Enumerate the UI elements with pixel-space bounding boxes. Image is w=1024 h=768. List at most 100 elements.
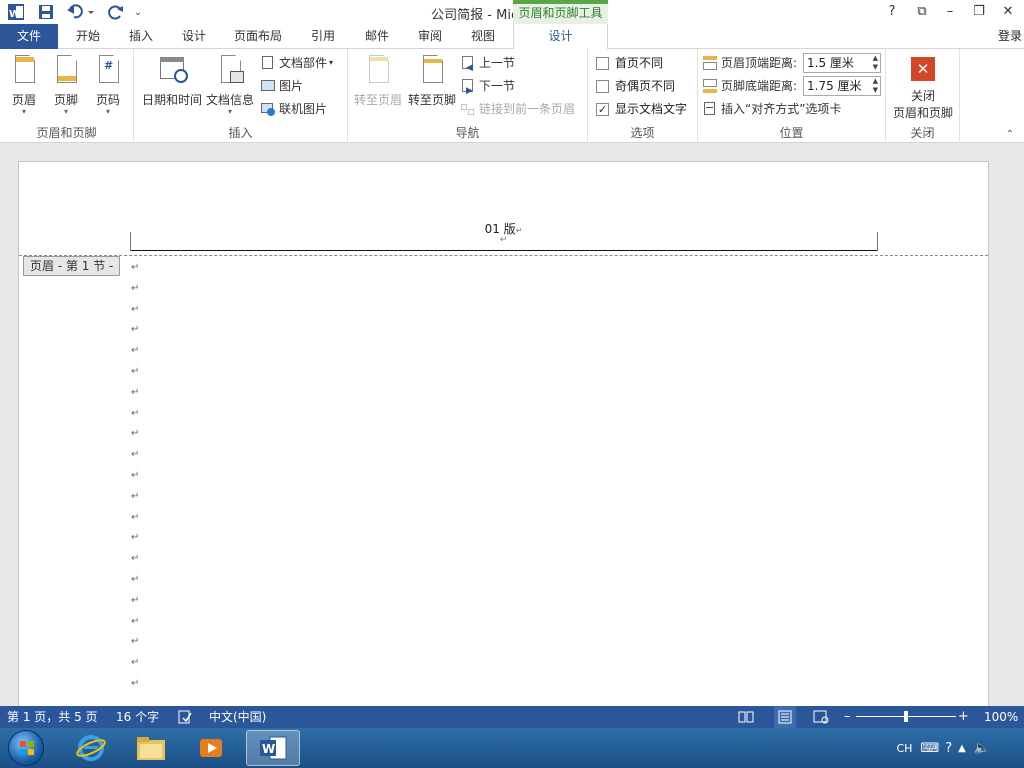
spinner-arrows-icon[interactable]: ▲ ▼ xyxy=(873,77,878,95)
word-count-status[interactable]: 16 个字 xyxy=(116,706,159,728)
paragraph-mark-icon: ↵ xyxy=(131,324,140,336)
tab-insert[interactable]: 插入 xyxy=(120,24,162,49)
paragraph-mark-icon: ↵ xyxy=(131,366,140,377)
page-number-icon: # xyxy=(92,53,124,87)
next-section-button[interactable]: ▶ 下一节 xyxy=(460,76,515,96)
zoom-level[interactable]: 100% xyxy=(984,706,1018,728)
paragraph-mark-icon: ↵ xyxy=(131,574,140,585)
paragraph-mark-icon: ↵ xyxy=(515,226,523,235)
volume-icon[interactable]: 🔈 xyxy=(974,741,990,756)
document-page[interactable]: 01 版↵ ↵ 页眉 - 第 1 节 - ↵ ↵ ↵ ↵ ↵ ↵ ↵ ↵ ↵ ↵ ↵ ↵ ↵ ↵ ↵ ↵ ↵ ↵ ↵… xyxy=(18,161,989,721)
paragraph-mark-icon: ↵ xyxy=(131,282,140,294)
doc-info-button[interactable]: 文档信息 ▾ xyxy=(204,53,256,116)
header-top-distance-label: 页眉顶端距离: xyxy=(721,56,798,70)
alignment-tab-icon xyxy=(702,101,718,117)
ribbon-tabs: 文件 开始 插入 设计 页面布局 引用 邮件 审阅 视图 设计 登录 xyxy=(0,24,1024,50)
group-position: 页眉顶端距离: 1.5 厘米 ▲ ▼ 页脚底端距离: 1.75 厘米 ▲ ▼ 插入“… xyxy=(698,49,886,143)
paragraph-mark-icon: ↵ xyxy=(131,490,140,502)
media-player-icon[interactable] xyxy=(184,730,238,766)
goto-footer-icon xyxy=(416,53,448,87)
tab-page-layout[interactable]: 页面布局 xyxy=(226,24,290,49)
window-title: 公司简报 - Microsoft Word xyxy=(431,8,593,23)
group-close: ✕ 关闭 页眉和页脚 关闭 xyxy=(886,49,960,143)
document-area[interactable]: 01 版↵ ↵ 页眉 - 第 1 节 - ↵ ↵ ↵ ↵ ↵ ↵ ↵ ↵ ↵ ↵ ↵ ↵ ↵ ↵ ↵ ↵ ↵ ↵ ↵… xyxy=(0,143,1024,721)
paragraph-mark-icon: ↵ xyxy=(131,345,140,357)
word-taskbar-icon[interactable]: W xyxy=(246,730,300,766)
tab-references[interactable]: 引用 xyxy=(300,24,346,49)
tab-mailings[interactable]: 邮件 xyxy=(354,24,400,49)
ribbon-display-options-button[interactable]: ⧉ xyxy=(910,2,934,22)
goto-footer-button[interactable]: 转至页脚 xyxy=(406,53,458,108)
context-tab-header: 页眉和页脚工具 xyxy=(513,0,608,24)
collapse-ribbon-icon[interactable]: ⌃ xyxy=(1006,129,1014,140)
paragraph-mark-icon: ↵ xyxy=(131,678,140,689)
tab-header-footer-design[interactable]: 设计 xyxy=(513,24,608,50)
system-tray: CH ⌨ ? ▲ 🔈 xyxy=(896,728,994,768)
link-to-previous-button[interactable]: 链接到前一条页眉 xyxy=(460,99,575,119)
online-picture-label: 联机图片 xyxy=(279,102,328,116)
keyboard-icon[interactable]: ⌨ xyxy=(920,741,939,756)
print-layout-icon[interactable] xyxy=(774,706,796,728)
paragraph-mark-icon: ↵ xyxy=(131,657,140,669)
footer-distance-icon xyxy=(702,78,718,94)
different-first-page-label: 首页不同 xyxy=(615,56,664,70)
page-number-button[interactable]: # 页码 ▾ xyxy=(88,53,128,116)
internet-explorer-icon[interactable] xyxy=(64,730,118,766)
page-count-status[interactable]: 第 1 页，共 5 页 xyxy=(7,706,98,728)
close-window-button[interactable]: ✕ xyxy=(996,2,1020,22)
spinner-arrows-icon[interactable]: ▲ ▼ xyxy=(873,54,878,72)
language-status[interactable]: 中文(中国) xyxy=(209,706,266,728)
close-hf-line2: 页眉和页脚 xyxy=(892,106,953,120)
start-button[interactable] xyxy=(8,730,44,766)
date-time-label: 日期和时间 xyxy=(141,93,202,107)
header-button[interactable]: 页眉 ▾ xyxy=(4,53,44,116)
zoom-in-icon[interactable]: + xyxy=(958,706,969,728)
minimize-button[interactable]: – xyxy=(938,2,962,22)
header-top-distance-input[interactable]: 1.5 厘米 ▲ ▼ xyxy=(803,53,881,73)
paragraph-mark-icon: ↵ xyxy=(131,407,140,419)
dropdown-arrow-icon: ▾ xyxy=(329,58,334,67)
footer-bottom-distance-input[interactable]: 1.75 厘米 ▲ ▼ xyxy=(803,76,881,96)
close-header-footer-button[interactable]: ✕ 关闭 页眉和页脚 xyxy=(888,57,958,121)
goto-header-button[interactable]: 转至页眉 xyxy=(352,53,404,108)
different-first-page-checkbox[interactable]: 首页不同 xyxy=(596,54,663,72)
header-distance-icon xyxy=(702,55,718,71)
paragraph-mark-icon: ↵ xyxy=(131,386,140,398)
checkmark-icon: ✓ xyxy=(596,102,609,116)
goto-header-label: 转至页眉 xyxy=(353,93,402,107)
tab-view[interactable]: 视图 xyxy=(460,24,506,49)
tab-design[interactable]: 设计 xyxy=(172,24,216,49)
paragraph-mark-icon: ↵ xyxy=(131,303,140,315)
tab-review[interactable]: 审阅 xyxy=(407,24,453,49)
zoom-slider-thumb[interactable] xyxy=(904,711,908,722)
insert-alignment-tab-label: 插入“对齐方式”选项卡 xyxy=(721,102,842,116)
tab-home[interactable]: 开始 xyxy=(66,24,110,49)
input-language-indicator[interactable]: CH xyxy=(896,742,912,755)
picture-button[interactable]: 图片 xyxy=(260,76,303,96)
file-explorer-icon[interactable] xyxy=(124,730,178,766)
different-odd-even-checkbox[interactable]: 奇偶页不同 xyxy=(596,77,675,95)
show-document-text-checkbox[interactable]: ✓ 显示文档文字 xyxy=(596,100,687,118)
insert-alignment-tab-button[interactable]: 插入“对齐方式”选项卡 xyxy=(702,99,841,119)
show-hidden-icons-icon[interactable]: ▲ xyxy=(958,743,966,754)
taskbar: W CH ⌨ ? ▲ 🔈 xyxy=(0,728,1024,768)
footer-page-icon xyxy=(50,53,82,87)
group-header-footer: 页眉 ▾ 页脚 ▾ # 页码 ▾ 页眉和页脚 xyxy=(0,49,134,143)
header-text-content: 01 版 xyxy=(484,222,516,236)
date-time-button[interactable]: 日期和时间 xyxy=(140,53,204,108)
help-button[interactable]: ? xyxy=(880,2,904,22)
quick-parts-button[interactable]: 文档部件 ▾ xyxy=(260,53,333,73)
paragraph-mark-icon: ↵ xyxy=(131,594,140,606)
tab-file[interactable]: 文件 xyxy=(0,24,58,49)
help-circle-icon[interactable]: ? xyxy=(945,741,952,756)
document-info-icon xyxy=(214,53,246,87)
maximize-button[interactable]: ❐ xyxy=(967,2,991,22)
previous-section-button[interactable]: ◀ 上一节 xyxy=(460,53,515,73)
zoom-out-icon[interactable]: – xyxy=(844,706,851,728)
footer-button[interactable]: 页脚 ▾ xyxy=(46,53,86,116)
header-top-distance-label-group: 页眉顶端距离: xyxy=(702,53,797,73)
online-picture-button[interactable]: 联机图片 xyxy=(260,99,327,119)
sign-in-link[interactable]: 登录 xyxy=(998,24,1022,49)
header-page-icon xyxy=(8,53,40,87)
group-insert: 日期和时间 文档信息 ▾ 文档部件 ▾ 图片 联机图片 插入 xyxy=(134,49,348,143)
